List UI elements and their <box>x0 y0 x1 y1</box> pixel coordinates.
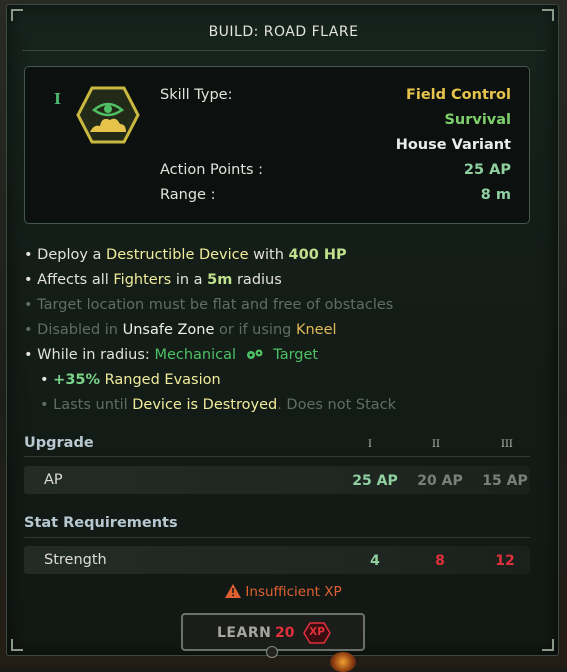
skill-type-label: Skill Type: <box>160 87 233 103</box>
divider <box>24 456 530 457</box>
range-value: 8 m <box>480 187 511 203</box>
keyword[interactable]: Device is Destroyed <box>132 397 277 413</box>
skill-type-survival: Survival <box>444 112 511 128</box>
text: radius <box>236 272 282 288</box>
upgrade-tier-3-value: 15 AP <box>482 473 528 489</box>
effect-line-affects: • Affects all Fighters in a 5m radius <box>24 272 282 288</box>
skill-type-house-variant: House Variant <box>395 137 511 153</box>
title-divider <box>22 50 545 51</box>
panel-knob <box>266 646 278 658</box>
keyword[interactable]: Fighters <box>113 272 171 288</box>
stat-tier-2-value: 8 <box>435 553 445 569</box>
panel-title: BUILD: ROAD FLARE <box>208 24 359 40</box>
stat-tier-3-value: 12 <box>495 553 515 569</box>
effect-line-while-in-radius: • While in radius: Mechanical Target <box>24 347 318 365</box>
warning-icon <box>225 584 242 602</box>
xp-icon: XP <box>303 622 331 644</box>
text: • Lasts until <box>40 397 128 413</box>
upgrade-heading: Upgrade <box>24 435 94 451</box>
divider <box>24 537 530 538</box>
value: +35% <box>53 372 101 388</box>
text: . Does not Stack <box>277 397 397 413</box>
value: 400 HP <box>288 247 347 263</box>
skill-icon[interactable] <box>76 86 140 144</box>
text: • <box>40 372 49 388</box>
action-points-label: Action Points : <box>160 162 264 178</box>
upgrade-row-label: AP <box>44 472 63 488</box>
upgrade-tier-2-value: 20 AP <box>417 473 463 489</box>
corner-ornament <box>542 9 554 21</box>
tier-3-header: III <box>501 439 513 450</box>
text: in a <box>175 272 203 288</box>
corner-ornament <box>542 639 554 651</box>
tier-1-header: I <box>368 439 372 450</box>
value: 5m <box>207 272 233 288</box>
text: • While in radius: <box>24 347 150 363</box>
effect-line-deploy: • Deploy a Destructible Device with 400 … <box>24 247 347 263</box>
keyword[interactable]: Ranged Evasion <box>105 372 221 388</box>
keyword[interactable]: Unsafe Zone <box>123 322 215 338</box>
keyword[interactable]: Target <box>273 347 318 363</box>
learn-button-label: LEARN <box>217 625 272 641</box>
tier-2-header: II <box>432 439 440 450</box>
range-label: Range : <box>160 187 216 203</box>
skill-type-field-control: Field Control <box>405 87 511 103</box>
learn-cost: 20 <box>275 625 295 641</box>
stat-row-label: Strength <box>44 552 107 568</box>
keyword[interactable]: Mechanical <box>154 347 236 363</box>
action-points-value: 25 AP <box>463 162 511 178</box>
warning-text: Insufficient XP <box>245 584 342 600</box>
corner-ornament <box>11 9 23 21</box>
xp-badge-label: XP <box>309 626 325 638</box>
effect-line-target-location: • Target location must be flat and free … <box>24 297 394 313</box>
text: • Disabled in <box>24 322 118 338</box>
background-light <box>330 652 356 672</box>
text: or if using <box>219 322 292 338</box>
tier-indicator: I <box>54 90 62 108</box>
upgrade-tier-1-value: 25 AP <box>352 473 398 489</box>
keyword[interactable]: Destructible Device <box>106 247 249 263</box>
text: with <box>253 247 284 263</box>
corner-ornament <box>11 639 23 651</box>
stat-requirements-heading: Stat Requirements <box>24 515 178 531</box>
insufficient-xp-warning: Insufficient XP <box>0 584 567 602</box>
keyword[interactable]: Kneel <box>296 322 337 338</box>
stat-tier-1-value: 4 <box>370 553 380 569</box>
effect-line-ranged-evasion: • +35% Ranged Evasion <box>40 372 221 388</box>
eye-hazard-icon <box>76 86 140 144</box>
effect-line-disabled: • Disabled in Unsafe Zone or if using Kn… <box>24 322 337 338</box>
text: • Affects all <box>24 272 109 288</box>
gears-icon <box>245 347 265 365</box>
effect-line-duration: • Lasts until Device is Destroyed. Does … <box>40 397 396 413</box>
text: • Deploy a <box>24 247 102 263</box>
